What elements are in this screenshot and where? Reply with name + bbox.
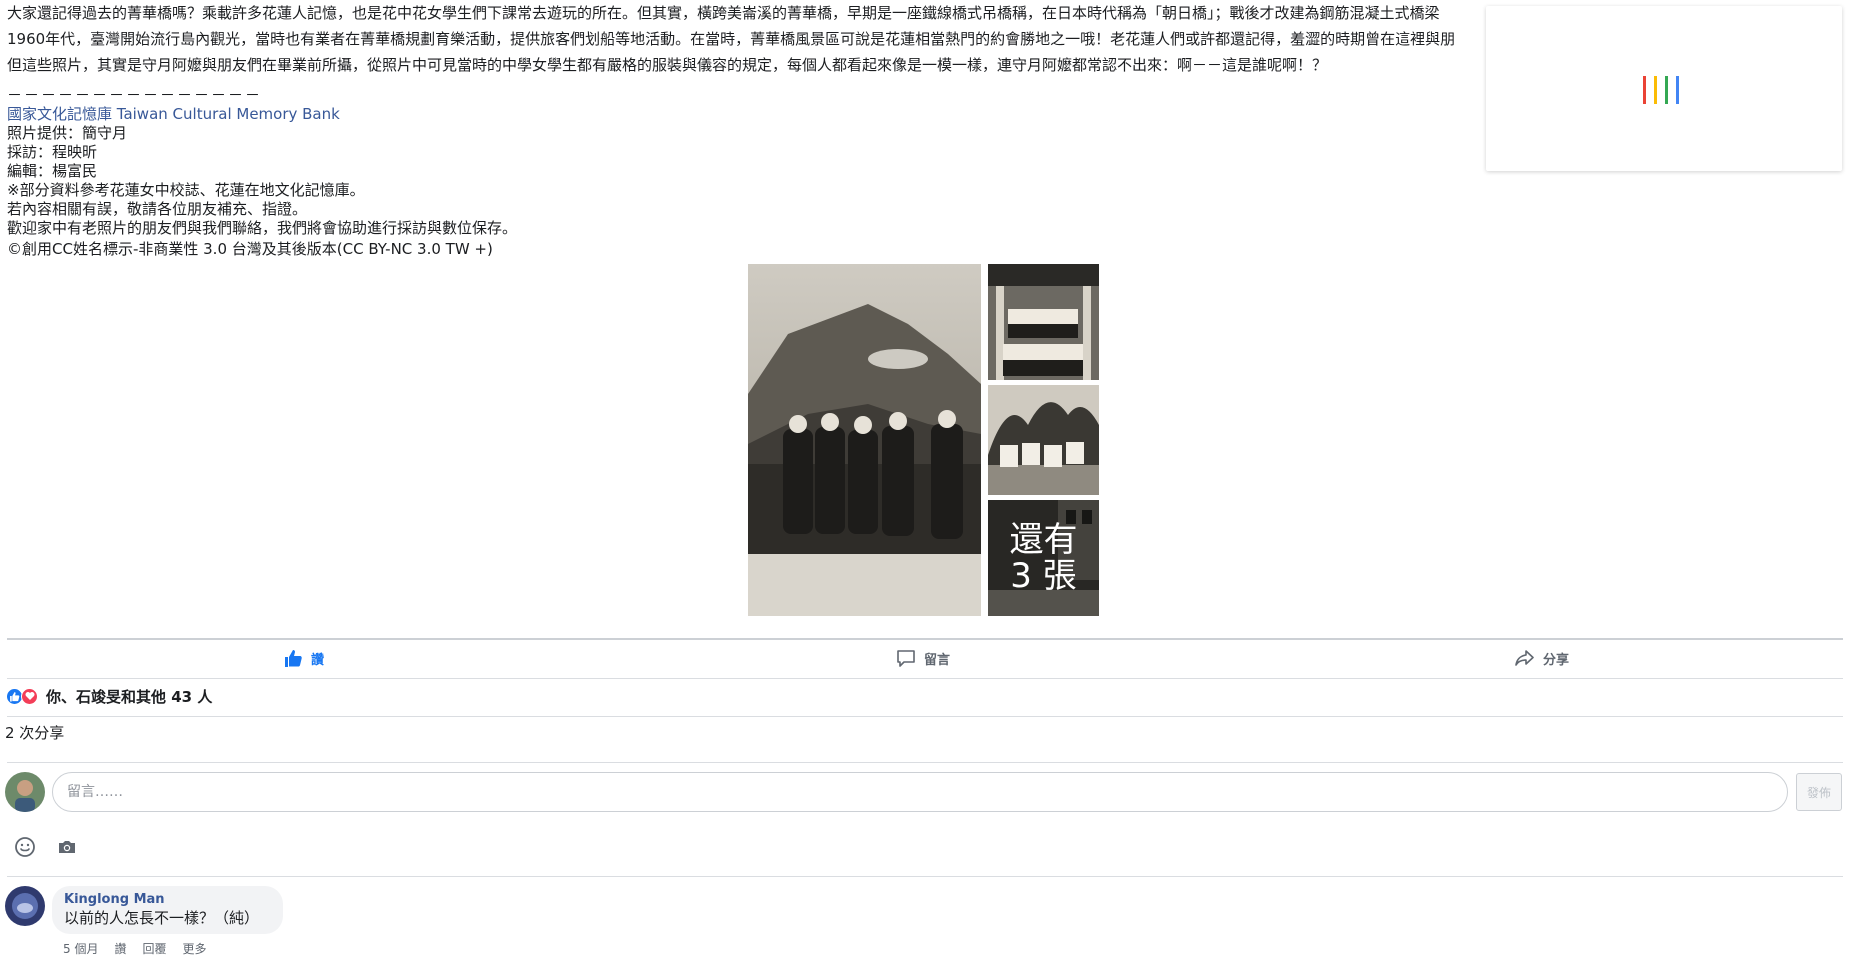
comment-input[interactable] — [52, 772, 1788, 812]
divider — [7, 638, 1843, 640]
divider — [7, 876, 1843, 877]
comment-like-link[interactable]: 讚 — [114, 940, 126, 957]
post-paragraph: 大家還記得過去的菁華橋嗎？乘載許多花蓮人記憶，也是花中花女學生們下課常去遊玩的所… — [7, 4, 1440, 22]
license-text: ©創用CC姓名標示-非商業性 3.0 台灣及其後版本(CC BY-NC 3.0 … — [7, 240, 493, 258]
share-button[interactable]: 分享 — [1515, 648, 1569, 668]
like-button[interactable]: 讚 — [283, 648, 324, 668]
comment-time[interactable]: 5 個月 — [63, 940, 98, 957]
commenter-avatar[interactable] — [5, 886, 45, 926]
comment-reply-link[interactable]: 回覆 — [142, 940, 166, 957]
credit-photo: 照片提供：簡守月 — [7, 124, 128, 142]
comment-button[interactable]: 留言 — [896, 648, 950, 668]
post-paragraph: 但這些照片，其實是守月阿嬤與朋友們在畢業前所攝，從照片中可見當時的中學女學生都有… — [7, 56, 1328, 74]
photo-thumb-lawn[interactable] — [988, 385, 1099, 495]
share-label: 分享 — [1543, 652, 1570, 668]
divider — [7, 762, 1843, 763]
smiley-icon — [15, 837, 35, 857]
like-label: 讚 — [311, 652, 325, 668]
reaction-summary-text: 你、石竣旻和其他 43 人 — [46, 687, 213, 706]
reaction-summary[interactable]: 你、石竣旻和其他 43 人 — [6, 684, 212, 708]
credit-contact: 歡迎家中有老照片的朋友們與我們聯絡，我們將會協助進行採訪與數位保存。 — [7, 219, 518, 237]
comment-more-link[interactable]: 更多 — [182, 940, 206, 957]
post-paragraph: 1960年代，臺灣開始流行島內觀光，當時也有業者在菁華橋規劃育樂活動，提供旅客們… — [7, 30, 1456, 48]
loader-bar — [1676, 76, 1679, 104]
divider — [7, 678, 1843, 679]
source-link[interactable]: 國家文化記憶庫 Taiwan Cultural Memory Bank — [7, 105, 340, 123]
lawn-group-image — [988, 385, 1099, 495]
share-count[interactable]: 2 次分享 — [5, 722, 64, 743]
camera-icon — [59, 841, 75, 853]
comment-composer: 發佈 — [5, 772, 1843, 814]
credit-interview: 採訪：程映昕 — [7, 143, 98, 161]
love-reaction-icon — [21, 687, 38, 705]
group-photo-mountain-image — [748, 264, 981, 616]
photo-main[interactable] — [748, 264, 981, 616]
photo-thumb-pavilion[interactable] — [988, 264, 1099, 380]
post-comment-button[interactable]: 發佈 — [1796, 773, 1842, 811]
photo-attach-button[interactable] — [56, 836, 78, 862]
thumbs-up-icon — [285, 650, 302, 667]
comment-author[interactable]: Kinglong Man — [64, 892, 259, 908]
comment-label: 留言 — [924, 652, 951, 668]
comment-bubble: Kinglong Man 以前的人怎長不一樣？（純） — [52, 886, 284, 934]
comment-item: Kinglong Man 以前的人怎長不一樣？（純） 5 個月 讚 回覆 更多 — [5, 886, 605, 956]
post-body: 大家還記得過去的菁華橋嗎？乘載許多花蓮人記憶，也是花中花女學生們下課常去遊玩的所… — [7, 0, 1487, 259]
commenter-avatar-image — [5, 886, 45, 926]
share-arrow-icon — [1515, 650, 1534, 666]
credit-correction: 若內容相關有誤，敬請各位朋友補充、指證。 — [7, 200, 308, 218]
emoji-button[interactable] — [14, 836, 36, 862]
composer-tools — [14, 836, 78, 862]
photo-thumb-more[interactable]: 還有 3 張 — [988, 500, 1099, 616]
pavilion-group-image — [988, 264, 1099, 380]
loading-panel — [1486, 6, 1842, 171]
credit-reference: ※部分資料參考花蓮女中校誌、花蓮在地文化記憶庫。 — [7, 181, 365, 199]
post-action-bar: 讚 留言 分享 — [7, 642, 1843, 678]
credit-editor: 編輯：楊富民 — [7, 162, 98, 180]
photo-grid: 還有 3 張 — [748, 264, 1099, 616]
loading-spinner-icon — [1643, 76, 1679, 104]
comment-meta: 5 個月 讚 回覆 更多 — [63, 940, 207, 957]
comment-bubble-icon — [897, 650, 915, 667]
loader-bar — [1654, 76, 1657, 104]
loader-bar — [1643, 76, 1646, 104]
loader-bar — [1665, 76, 1668, 104]
comment-text: 以前的人怎長不一樣？（純） — [64, 909, 260, 927]
user-avatar-image — [5, 772, 45, 812]
divider — [7, 716, 1843, 717]
separator-line: －－－－－－－－－－－－－－－ — [7, 86, 263, 104]
user-avatar[interactable] — [5, 772, 45, 812]
more-photos-overlay[interactable]: 還有 3 張 — [988, 500, 1099, 616]
